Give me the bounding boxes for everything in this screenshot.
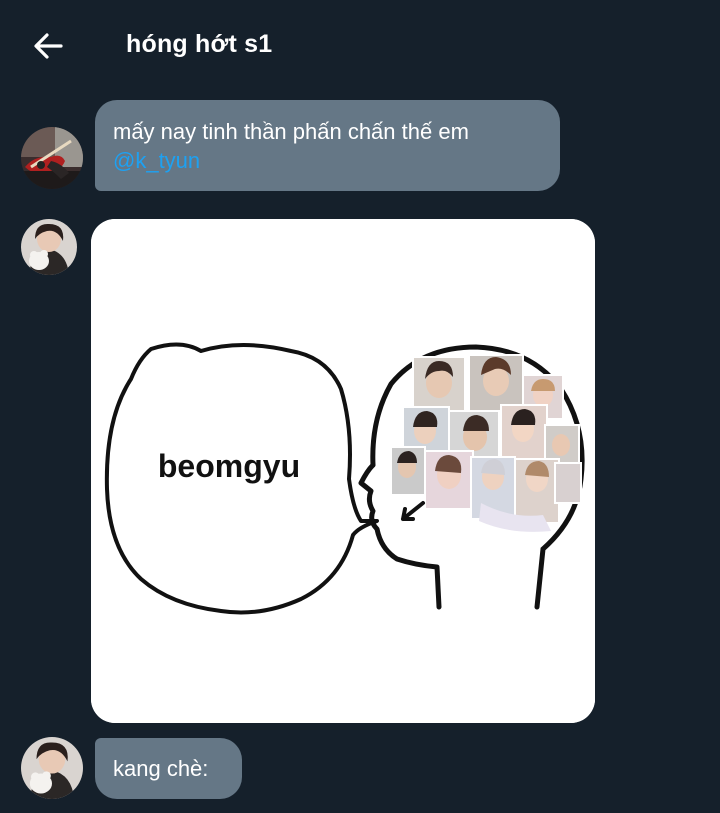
message-text: kang chè: [113,756,209,781]
message-bubble[interactable]: kang chè: [95,738,242,799]
back-button[interactable] [28,26,68,66]
message-text: mấy nay tinh thần phấn chấn thế em [113,119,469,144]
mention-link[interactable]: @k_tyun [113,146,542,175]
person-avatar-image [21,219,77,275]
meme-image: beomgyu [91,219,595,723]
chat-header: hóng hớt s1 [0,0,720,90]
person-avatar-image [21,737,83,799]
message-bubble[interactable]: mấy nay tinh thần phấn chấn thế em @k_ty… [95,100,560,191]
image-attachment[interactable]: beomgyu [91,219,595,723]
guitar-avatar-image [21,127,83,189]
conversation-title[interactable]: hóng hớt s1 [126,30,272,59]
arrow-left-icon [34,33,63,59]
avatar[interactable] [21,127,83,189]
avatar[interactable] [21,737,83,799]
meme-text: beomgyu [158,448,300,484]
avatar[interactable] [21,219,77,275]
